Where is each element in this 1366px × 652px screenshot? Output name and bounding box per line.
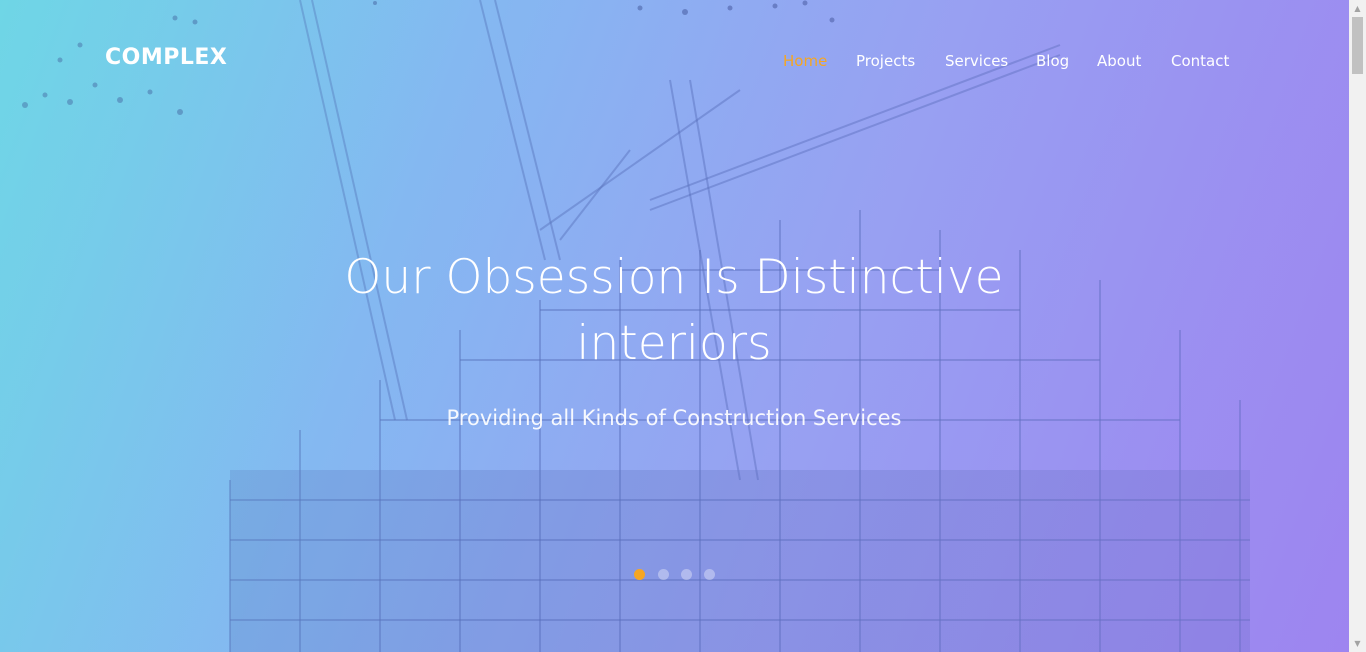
slider-dot-2[interactable] [658,569,669,580]
nav-item-home[interactable]: Home [783,52,827,70]
hero-headline: Our Obsession Is Distinctive interiors [274,245,1074,377]
slider-dot-3[interactable] [681,569,692,580]
hero-subtitle: Providing all Kinds of Construction Serv… [446,406,902,430]
slider-dot-4[interactable] [704,569,715,580]
scroll-up-icon[interactable]: ▲ [1349,0,1366,17]
main-nav: Home Projects Services Blog About Contac… [0,52,1349,74]
slider-dot-1[interactable] [634,569,645,580]
nav-item-about[interactable]: About [1097,52,1141,70]
nav-item-blog[interactable]: Blog [1036,52,1069,70]
scroll-down-icon[interactable]: ▼ [1349,635,1366,652]
nav-item-contact[interactable]: Contact [1171,52,1229,70]
nav-item-projects[interactable]: Projects [856,52,915,70]
scrollbar-thumb[interactable] [1352,17,1363,74]
nav-item-services[interactable]: Services [945,52,1008,70]
hero-headline-line-2: interiors [576,316,772,371]
hero-section: COMPLEX Home Projects Services Blog Abou… [0,0,1349,652]
vertical-scrollbar[interactable]: ▲ ▼ [1349,0,1366,652]
hero-headline-line-1: Our Obsession Is Distinctive [344,250,1004,305]
